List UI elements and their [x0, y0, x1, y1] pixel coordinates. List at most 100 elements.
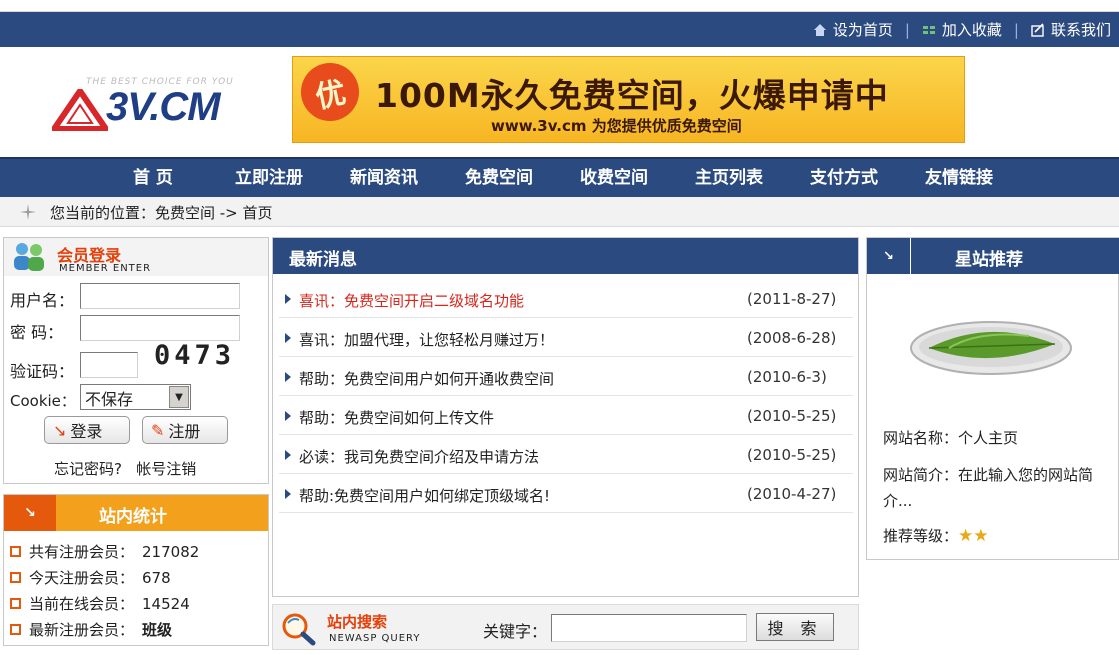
login-button-label: 登录 — [70, 422, 103, 441]
banner-headline: 100M永久免费空间，火爆申请中 — [375, 76, 889, 115]
site-name-value[interactable]: 个人主页 — [958, 429, 1018, 447]
search-subtitle: NEWASP QUERY — [329, 633, 421, 644]
username-input[interactable] — [80, 283, 240, 309]
square-bullet-icon — [10, 624, 21, 635]
register-button-label: 注册 — [168, 422, 201, 441]
captcha-input[interactable] — [80, 352, 138, 378]
login-button[interactable]: ↘ 登录 — [44, 416, 130, 444]
forgot-password-link[interactable]: 忘记密码? — [54, 460, 122, 478]
site-desc-label: 网站简介： — [883, 466, 959, 484]
set-homepage-link[interactable]: 设为首页 — [813, 19, 893, 40]
news-item-title: 帮助：免费空间用户如何开通收费空间 — [299, 370, 555, 388]
dropdown-arrow-icon: ▼ — [169, 386, 189, 408]
corner-arrow-icon: ↘ — [867, 238, 911, 274]
star-icon: ★ — [973, 526, 989, 546]
recommend-header: ↘ 星站推荐 — [867, 238, 1119, 274]
stats-value: 14524 — [142, 594, 190, 613]
header: THE BEST CHOICE FOR YOU 3V.CM 优 100M永久免费… — [0, 47, 1119, 157]
site-logo[interactable]: THE BEST CHOICE FOR YOU 3V.CM — [52, 77, 242, 132]
cookie-select-value: 不保存 — [85, 390, 134, 409]
news-item[interactable]: 喜讯：加盟代理，让您轻松月赚过万！ (2008-6-28) — [279, 319, 853, 357]
stats-label: 今天注册会员： — [29, 569, 135, 587]
logo-triangle-icon — [52, 89, 108, 131]
site-name-row: 网站名称：个人主页 — [883, 425, 1103, 451]
news-item-title: 帮助:免费空间用户如何绑定顶级域名! — [299, 487, 551, 505]
contact-icon — [1031, 22, 1044, 37]
site-stats-panel: ↘ 站内统计 共有注册会员： 217082 今天注册会员： 678 当前在线会员： 1… — [3, 494, 269, 646]
stats-row: 今天注册会员： 678 — [10, 567, 171, 588]
news-item-date: (2010-4-27) — [747, 485, 837, 503]
nav-paid-space[interactable]: 收费空间 — [580, 159, 648, 197]
corner-arrow-icon: ↘ — [4, 495, 56, 531]
site-level-row: 推荐等级：★★ — [883, 523, 1103, 549]
search-input[interactable] — [551, 614, 747, 642]
captcha-label: 验证码： — [10, 362, 75, 381]
contact-us-link[interactable]: 联系我们 — [1031, 19, 1111, 40]
top-strip — [0, 0, 1119, 12]
nav-links[interactable]: 友情链接 — [925, 159, 993, 197]
news-header: 最新消息 — [273, 238, 858, 274]
cancel-account-link[interactable]: 帐号注销 — [136, 460, 196, 478]
nav-free-space[interactable]: 免费空间 — [465, 159, 533, 197]
add-favorite-link[interactable]: 加入收藏 — [922, 19, 1002, 40]
triangle-bullet-icon — [285, 411, 291, 421]
news-title: 最新消息 — [289, 250, 357, 270]
triangle-bullet-icon — [285, 450, 291, 460]
star-icon: ★ — [958, 526, 974, 546]
news-item-date: (2011-8-27) — [747, 290, 837, 308]
logo-text: 3V.CM — [106, 85, 221, 129]
username-label: 用户名： — [10, 291, 75, 310]
news-item[interactable]: 必读：我司免费空间介绍及申请方法 (2010-5-25) — [279, 436, 853, 474]
news-item-date: (2010-6-3) — [747, 368, 827, 386]
news-item-title: 帮助：免费空间如何上传文件 — [299, 409, 495, 427]
login-panel: 会员登录 MEMBER ENTER 用户名： 密 码： 验证码： 0473 Co… — [3, 237, 269, 484]
site-name-label: 网站名称： — [883, 429, 959, 447]
edit-icon: ✎ — [151, 420, 165, 440]
site-thumbnail[interactable] — [909, 318, 1073, 376]
news-item[interactable]: 帮助:免费空间用户如何绑定顶级域名! (2010-4-27) — [279, 475, 853, 513]
news-item-title: 必读：我司免费空间介绍及申请方法 — [299, 448, 540, 466]
captcha-image[interactable]: 0473 — [154, 340, 235, 371]
stats-header: ↘ 站内统计 — [4, 495, 268, 531]
stats-row: 最新注册会员： 班级 — [10, 619, 172, 640]
home-icon — [813, 23, 826, 36]
bookmark-icon — [922, 25, 935, 34]
register-button[interactable]: ✎ 注册 — [142, 416, 228, 444]
triangle-bullet-icon — [285, 489, 291, 499]
add-favorite-label: 加入收藏 — [941, 21, 1002, 39]
stats-row: 当前在线会员： 14524 — [10, 593, 190, 614]
cookie-select[interactable]: 不保存 ▼ — [80, 384, 191, 410]
newest-member-link[interactable]: 班级 — [142, 619, 172, 640]
nav-homepage-list[interactable]: 主页列表 — [695, 159, 763, 197]
triangle-bullet-icon — [285, 333, 291, 343]
site-search-bar: 站内搜索 NEWASP QUERY 关键字： 搜 索 — [272, 604, 859, 650]
stats-value: 678 — [142, 568, 171, 587]
password-input[interactable] — [80, 315, 240, 341]
recommended-site-panel: ↘ 星站推荐 网站名称：个人主页 网站简介：在此输入您的网站简介... 推荐等级… — [866, 237, 1119, 560]
news-item[interactable]: 帮助：免费空间如何上传文件 (2010-5-25) — [279, 397, 853, 435]
password-label: 密 码： — [10, 323, 64, 342]
login-subtitle: MEMBER ENTER — [59, 263, 152, 274]
login-header: 会员登录 MEMBER ENTER — [4, 238, 268, 276]
key-icon: ↘ — [53, 420, 67, 440]
stats-label: 最新注册会员： — [29, 621, 135, 639]
news-item-title: 喜讯：加盟代理，让您轻松月赚过万！ — [299, 331, 555, 349]
site-level-label: 推荐等级： — [883, 527, 959, 545]
news-item[interactable]: 帮助：免费空间用户如何开通收费空间 (2010-6-3) — [279, 358, 853, 396]
news-panel: 最新消息 喜讯：免费空间开启二级域名功能 (2011-8-27) 喜讯：加盟代理，… — [272, 237, 859, 597]
nav-news[interactable]: 新闻资讯 — [350, 159, 418, 197]
news-item-date: (2010-5-25) — [747, 407, 837, 425]
nav-register[interactable]: 立即注册 — [235, 159, 303, 197]
news-item[interactable]: 喜讯：免费空间开启二级域名功能 (2011-8-27) — [279, 280, 853, 318]
divider: | — [904, 20, 910, 39]
stats-value: 217082 — [142, 542, 200, 561]
nav-payment[interactable]: 支付方式 — [810, 159, 878, 197]
recommend-title: 星站推荐 — [955, 250, 1023, 270]
nav-home[interactable]: 首 页 — [133, 159, 173, 197]
keyword-label: 关键字： — [483, 622, 548, 641]
promo-banner[interactable]: 优 100M永久免费空间，火爆申请中 www.3v.cm 为您提供优质免费空间 — [292, 56, 965, 143]
news-item-title: 喜讯：免费空间开启二级域名功能 — [299, 292, 525, 310]
search-button[interactable]: 搜 索 — [756, 613, 834, 641]
triangle-bullet-icon — [285, 294, 291, 304]
members-icon — [14, 243, 44, 271]
